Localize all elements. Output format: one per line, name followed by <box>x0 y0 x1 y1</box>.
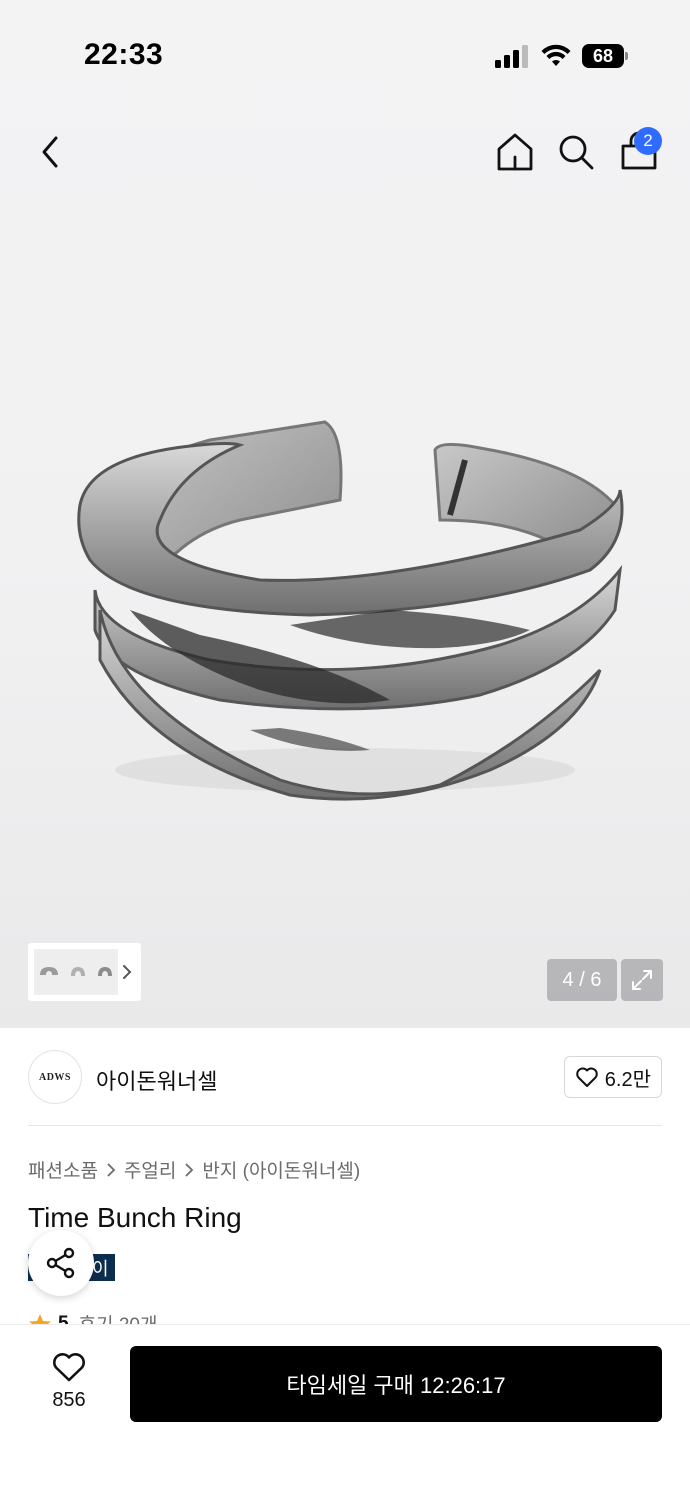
heart-icon <box>53 1353 85 1382</box>
expand-icon <box>632 970 652 990</box>
brand-like-button[interactable]: 6.2만 <box>563 1056 662 1098</box>
divider <box>28 1125 662 1126</box>
brand-logo[interactable]: ADWS <box>28 1050 82 1104</box>
chevron-right-icon <box>123 965 132 979</box>
ring-product-image <box>77 420 624 801</box>
back-button[interactable] <box>30 130 70 174</box>
ring-thumbnail-icon <box>70 967 85 976</box>
heart-icon <box>576 1067 598 1087</box>
chevron-right-icon <box>107 1162 116 1177</box>
product-page: 22:33 68 2 4 / 6 ADWS 아이돈워너셀 6.2만 패션소품 주… <box>0 0 690 1500</box>
thumbnail-images <box>34 949 118 995</box>
product-image-gallery[interactable]: 22:33 68 2 4 / 6 <box>0 0 690 1028</box>
chevron-right-icon <box>185 1162 194 1177</box>
signal-icon <box>495 45 528 68</box>
share-button[interactable] <box>28 1230 94 1296</box>
thumbnail-strip[interactable] <box>28 943 141 1001</box>
ring-thumbnail-icon <box>40 967 59 975</box>
brand-name[interactable]: 아이돈워너셀 <box>96 1064 217 1096</box>
breadcrumb-item[interactable]: 주얼리 <box>124 1156 176 1183</box>
search-icon <box>559 135 594 170</box>
share-icon <box>46 1247 75 1279</box>
home-icon <box>497 133 533 171</box>
status-bar: 22:33 68 <box>0 0 690 100</box>
ring-thumbnail-icon <box>97 967 112 976</box>
brand-row: ADWS 아이돈워너셀 6.2만 <box>28 1050 662 1106</box>
battery-level: 68 <box>592 45 614 66</box>
breadcrumb: 패션소품 주얼리 반지 (아이돈워너셀) <box>28 1156 360 1183</box>
status-time: 22:33 <box>84 38 164 71</box>
home-button[interactable] <box>494 130 536 174</box>
buy-button-label: 타임세일 구매 12:26:17 <box>286 1373 506 1398</box>
back-chevron-icon <box>42 136 58 168</box>
cart-count-badge: 2 <box>634 127 662 155</box>
brand-like-count: 6.2만 <box>604 1068 651 1091</box>
search-button[interactable] <box>556 130 596 174</box>
wifi-icon <box>541 44 571 66</box>
breadcrumb-item[interactable]: 반지 (아이돈워너셀) <box>202 1156 360 1183</box>
breadcrumb-item[interactable]: 패션소품 <box>28 1156 98 1183</box>
bottom-action-bar: 856 타임세일 구매 12:26:17 <box>0 1324 690 1500</box>
buy-button[interactable]: 타임세일 구매 12:26:17 <box>130 1346 662 1422</box>
wishlist-button[interactable]: 856 <box>30 1351 108 1421</box>
expand-button[interactable] <box>621 959 663 1001</box>
battery-icon: 68 <box>582 44 628 68</box>
image-counter: 4 / 6 <box>547 959 617 1001</box>
wishlist-count: 856 <box>52 1389 86 1411</box>
